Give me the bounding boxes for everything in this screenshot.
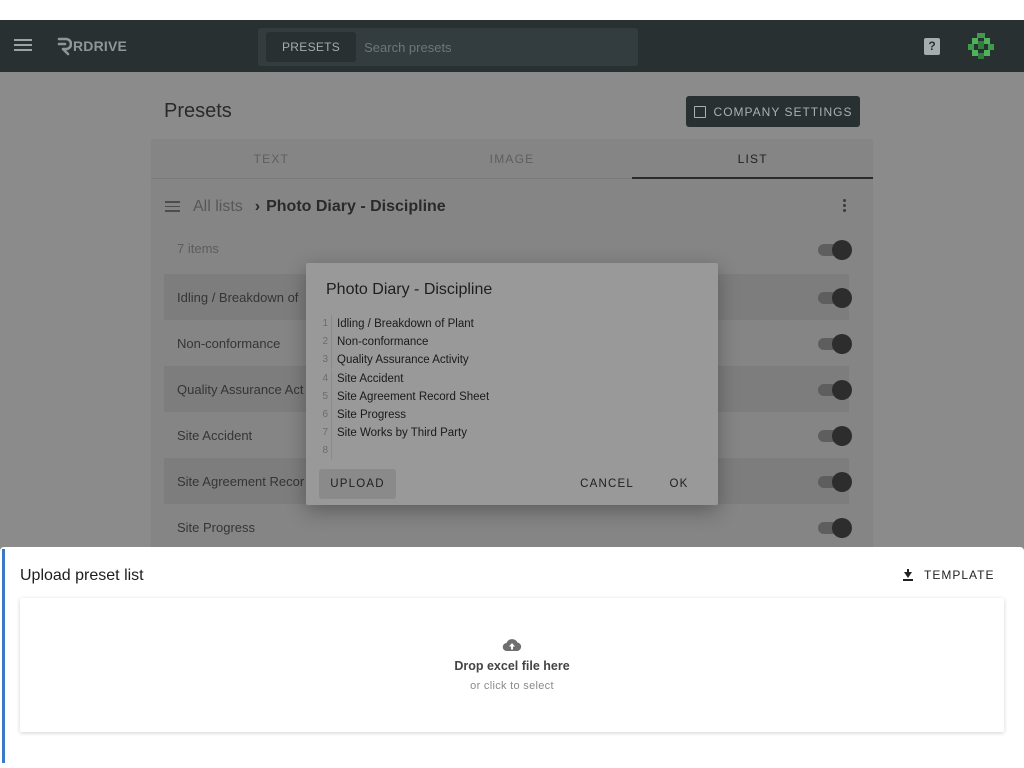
app-logo[interactable]: RDRIVE xyxy=(56,36,127,56)
download-template-button[interactable]: TEMPLATE xyxy=(902,567,994,583)
avatar[interactable] xyxy=(968,33,994,59)
chevron-right-icon: › xyxy=(254,198,261,215)
row-toggle[interactable] xyxy=(818,380,852,400)
search-scope-chip[interactable]: PRESETS xyxy=(266,32,357,62)
editor-line: 3 Quality Assurance Activity xyxy=(318,351,618,370)
preset-tabs: TEXT IMAGE LIST xyxy=(151,139,873,179)
list-icon xyxy=(165,201,180,213)
sheet-title: Upload preset list xyxy=(20,567,144,584)
upload-sheet: Upload preset list TEMPLATE Drop excel f… xyxy=(0,547,1024,768)
editor-line: 7 Site Works by Third Party xyxy=(318,424,618,443)
editor-line: 1 Idling / Breakdown of Plant xyxy=(318,315,618,334)
editor-line: 5 Site Agreement Record Sheet xyxy=(318,387,618,406)
top-strip xyxy=(0,0,1024,20)
editor-line: 2 Non-conformance xyxy=(318,333,618,352)
file-dropzone[interactable]: Drop excel file here or click to select xyxy=(20,598,1004,732)
dropzone-subtitle: or click to select xyxy=(470,680,554,692)
row-toggle[interactable] xyxy=(818,426,852,446)
tab-list[interactable]: LIST xyxy=(632,139,873,179)
cloud-upload-icon xyxy=(502,639,522,652)
search-input[interactable] xyxy=(364,39,635,55)
breadcrumb-all-lists[interactable]: All lists xyxy=(193,198,243,216)
toggle-all[interactable] xyxy=(818,240,852,260)
ok-button[interactable]: OK xyxy=(662,469,696,499)
breadcrumb: All lists › Photo Diary - Discipline xyxy=(165,197,446,217)
download-icon xyxy=(902,569,914,581)
company-settings-button[interactable]: COMPANY SETTINGS xyxy=(686,96,860,127)
breadcrumb-current: Photo Diary - Discipline xyxy=(266,198,446,215)
search-bar: PRESETS xyxy=(258,28,638,66)
template-label: TEMPLATE xyxy=(924,568,995,582)
dropzone-title: Drop excel file here xyxy=(454,659,570,673)
upload-button[interactable]: UPLOAD xyxy=(319,469,396,499)
cancel-button[interactable]: CANCEL xyxy=(574,469,640,499)
page-title: Presets xyxy=(164,100,232,122)
row-toggle[interactable] xyxy=(818,472,852,492)
app-bar: RDRIVE PRESETS ? xyxy=(0,20,1024,72)
menu-icon[interactable] xyxy=(14,37,32,55)
help-icon[interactable]: ? xyxy=(924,38,940,55)
item-count: 7 items xyxy=(177,241,219,256)
tab-image[interactable]: IMAGE xyxy=(392,139,633,178)
building-icon xyxy=(693,105,706,118)
tab-text[interactable]: TEXT xyxy=(151,139,392,178)
editor-line: 8 xyxy=(318,442,618,461)
more-options-icon[interactable] xyxy=(843,199,847,214)
row-toggle[interactable] xyxy=(818,334,852,354)
list-text-editor[interactable]: 1 Idling / Breakdown of Plant 2 Non-confor… xyxy=(318,315,618,461)
list-editor-dialog: Photo Diary - Discipline 1 Idling / Break… xyxy=(306,263,718,505)
logo-text: RDRIVE xyxy=(73,38,128,54)
row-toggle[interactable] xyxy=(818,288,852,308)
list-item[interactable]: Site Progress xyxy=(164,504,849,550)
logo-icon xyxy=(57,37,72,56)
editor-line: 4 Site Accident xyxy=(318,369,618,388)
dialog-title: Photo Diary - Discipline xyxy=(326,281,493,298)
company-settings-label: COMPANY SETTINGS xyxy=(713,104,853,119)
row-toggle[interactable] xyxy=(818,518,852,538)
editor-line: 6 Site Progress xyxy=(318,406,618,425)
sheet-accent-bar xyxy=(2,549,5,763)
